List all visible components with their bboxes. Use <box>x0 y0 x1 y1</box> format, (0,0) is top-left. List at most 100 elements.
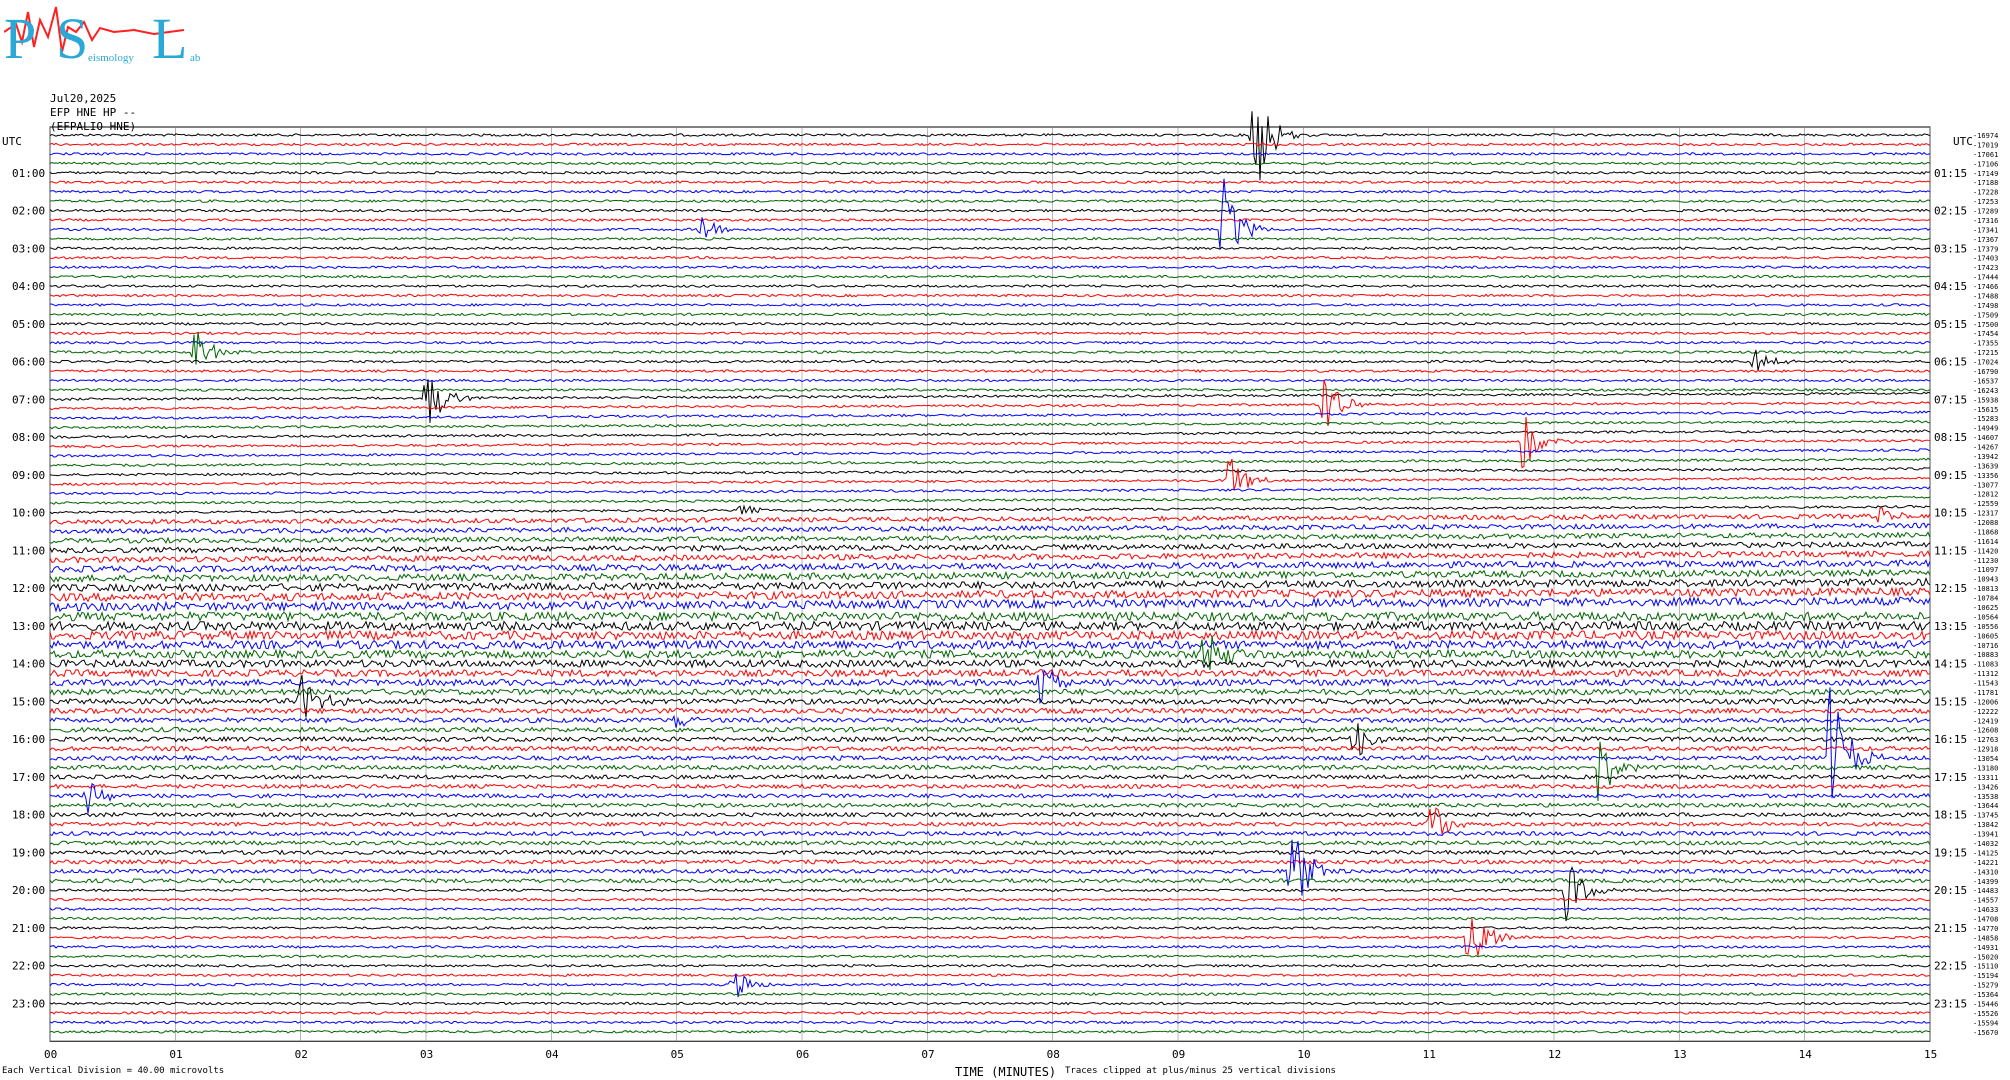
trace-offset-label-46: -11097 <box>1973 566 1998 574</box>
trace-offset-label-64: -12763 <box>1973 736 1998 744</box>
trace-offset-label-36: -13356 <box>1973 472 1998 480</box>
trace-offset-label-60: -12006 <box>1973 698 1998 706</box>
trace-2 <box>49 151 1931 156</box>
trace-47 <box>49 568 1931 583</box>
left-hour-label-07:00: 07:00 <box>12 393 45 406</box>
left-hour-label-21:00: 21:00 <box>12 922 45 935</box>
trace-offset-label-42: -11868 <box>1973 528 1998 536</box>
trace-offset-label-55: -10883 <box>1973 651 1998 659</box>
trace-offset-label-43: -11614 <box>1973 538 1998 546</box>
right-hour-label-06:15: 06:15 <box>1934 356 1967 369</box>
trace-offset-label-54: -10716 <box>1973 642 1998 650</box>
trace-19 <box>49 312 1931 317</box>
trace-offset-label-62: -12419 <box>1973 717 1998 725</box>
trace-52 <box>49 619 1931 633</box>
trace-10 <box>49 178 1931 249</box>
right-hour-label-17:15: 17:15 <box>1934 771 1967 784</box>
trace-8 <box>49 208 1931 213</box>
x-tick-label-00: 00 <box>44 1048 57 1061</box>
x-tick-label-14: 14 <box>1799 1048 1813 1061</box>
trace-14 <box>49 265 1931 270</box>
trace-offset-label-27: -16243 <box>1973 387 1998 395</box>
trace-offset-label-69: -13426 <box>1973 783 1998 791</box>
trace-0 <box>49 111 1931 181</box>
trace-offset-label-94: -15594 <box>1973 1019 1998 1027</box>
trace-49 <box>49 586 1931 603</box>
trace-offset-label-76: -14125 <box>1973 849 1998 857</box>
trace-18 <box>49 303 1931 307</box>
right-hour-label-08:15: 08:15 <box>1934 431 1967 444</box>
trace-offset-label-40: -12317 <box>1973 510 1998 518</box>
trace-offset-label-7: -17253 <box>1973 198 1998 206</box>
trace-40 <box>49 504 1931 515</box>
trace-29 <box>49 379 1931 427</box>
trace-91 <box>49 992 1931 996</box>
trace-offset-label-20: -17500 <box>1973 321 1998 329</box>
trace-offset-label-10: -17341 <box>1973 226 1998 234</box>
trace-4 <box>49 170 1931 175</box>
x-tick-label-09: 09 <box>1172 1048 1185 1061</box>
x-tick-label-04: 04 <box>545 1048 559 1061</box>
trace-67 <box>49 741 1931 802</box>
x-tick-label-15: 15 <box>1924 1048 1937 1061</box>
trace-87 <box>49 954 1931 959</box>
trace-79 <box>49 877 1931 884</box>
trace-offset-label-86: -14931 <box>1973 944 1998 952</box>
trace-30 <box>49 410 1931 420</box>
trace-32 <box>49 429 1931 439</box>
trace-50 <box>49 595 1931 613</box>
right-hour-label-14:15: 14:15 <box>1934 658 1967 671</box>
left-hour-label-20:00: 20:00 <box>12 884 45 897</box>
trace-93 <box>49 1011 1931 1015</box>
left-hour-label-19:00: 19:00 <box>12 846 45 859</box>
left-hour-label-13:00: 13:00 <box>12 620 45 633</box>
trace-offset-label-81: -14557 <box>1973 897 1998 905</box>
x-tick-label-08: 08 <box>1047 1048 1060 1061</box>
trace-80 <box>49 865 1931 922</box>
trace-72 <box>49 811 1931 818</box>
trace-34 <box>49 448 1931 458</box>
x-tick-label-01: 01 <box>169 1048 182 1061</box>
trace-75 <box>49 840 1931 846</box>
trace-17 <box>49 293 1931 298</box>
right-hour-label-21:15: 21:15 <box>1934 922 1967 935</box>
trace-offset-label-17: -17488 <box>1973 292 1998 300</box>
x-tick-label-10: 10 <box>1297 1048 1310 1061</box>
left-hour-label-02:00: 02:00 <box>12 205 45 218</box>
trace-offset-label-56: -11083 <box>1973 661 1998 669</box>
trace-86 <box>49 944 1931 949</box>
trace-offset-label-79: -14399 <box>1973 878 1998 886</box>
right-hour-label-18:15: 18:15 <box>1934 809 1967 822</box>
trace-offset-label-80: -14483 <box>1973 887 1998 895</box>
trace-offset-label-83: -14708 <box>1973 916 1998 924</box>
right-hour-label-05:15: 05:15 <box>1934 318 1967 331</box>
trace-offset-label-57: -11312 <box>1973 670 1998 678</box>
trace-offset-label-71: -13644 <box>1973 802 1998 810</box>
trace-53 <box>49 629 1931 642</box>
trace-63 <box>49 726 1931 734</box>
trace-offset-label-24: -17024 <box>1973 359 1998 367</box>
trace-89 <box>49 973 1931 978</box>
trace-offset-label-25: -16790 <box>1973 368 1998 376</box>
trace-offset-label-75: -14032 <box>1973 840 1998 848</box>
trace-38 <box>49 486 1931 496</box>
trace-offset-label-45: -11230 <box>1973 557 1998 565</box>
left-hour-label-01:00: 01:00 <box>12 167 45 180</box>
trace-offset-label-41: -12088 <box>1973 519 1998 527</box>
trace-offset-label-11: -17367 <box>1973 236 1998 244</box>
trace-25 <box>49 369 1931 373</box>
trace-offset-label-85: -14858 <box>1973 934 1998 942</box>
left-hour-label-10:00: 10:00 <box>12 507 45 520</box>
trace-offset-label-73: -13842 <box>1973 821 1998 829</box>
right-hour-label-03:15: 03:15 <box>1934 242 1967 255</box>
left-hour-label-11:00: 11:00 <box>12 544 45 557</box>
trace-offset-label-13: -17403 <box>1973 255 1998 263</box>
trace-74 <box>49 830 1931 837</box>
right-hour-label-01:15: 01:15 <box>1934 167 1967 180</box>
trace-41 <box>49 506 1931 525</box>
trace-offset-label-48: -10813 <box>1973 585 1998 593</box>
trace-7 <box>49 199 1931 203</box>
trace-offset-label-68: -13311 <box>1973 774 1998 782</box>
right-hour-label-11:15: 11:15 <box>1934 544 1967 557</box>
trace-offset-label-87: -15020 <box>1973 953 1998 961</box>
